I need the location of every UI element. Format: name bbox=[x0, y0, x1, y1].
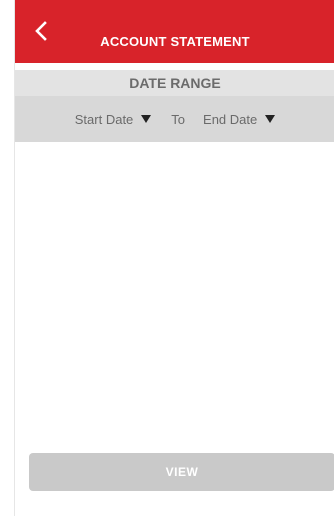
app-screen: ACCOUNT STATEMENT DATE RANGE Start Date … bbox=[14, 0, 334, 516]
date-range-row: Start Date To End Date bbox=[15, 96, 334, 142]
end-date-label: End Date bbox=[203, 111, 258, 127]
date-range-selector: Start Date To End Date bbox=[15, 96, 334, 142]
start-date-label: Start Date bbox=[74, 111, 134, 127]
caret-down-icon bbox=[141, 115, 152, 123]
end-date-dropdown[interactable]: End Date bbox=[203, 111, 276, 127]
start-date-dropdown[interactable]: Start Date bbox=[75, 112, 152, 127]
date-range-separator: To bbox=[171, 111, 186, 127]
page-title: ACCOUNT STATEMENT bbox=[100, 34, 250, 49]
caret-down-icon bbox=[265, 115, 276, 123]
app-header: ACCOUNT STATEMENT bbox=[15, 0, 334, 63]
date-range-heading: DATE RANGE bbox=[15, 70, 334, 96]
view-button[interactable]: VIEW bbox=[29, 453, 334, 491]
